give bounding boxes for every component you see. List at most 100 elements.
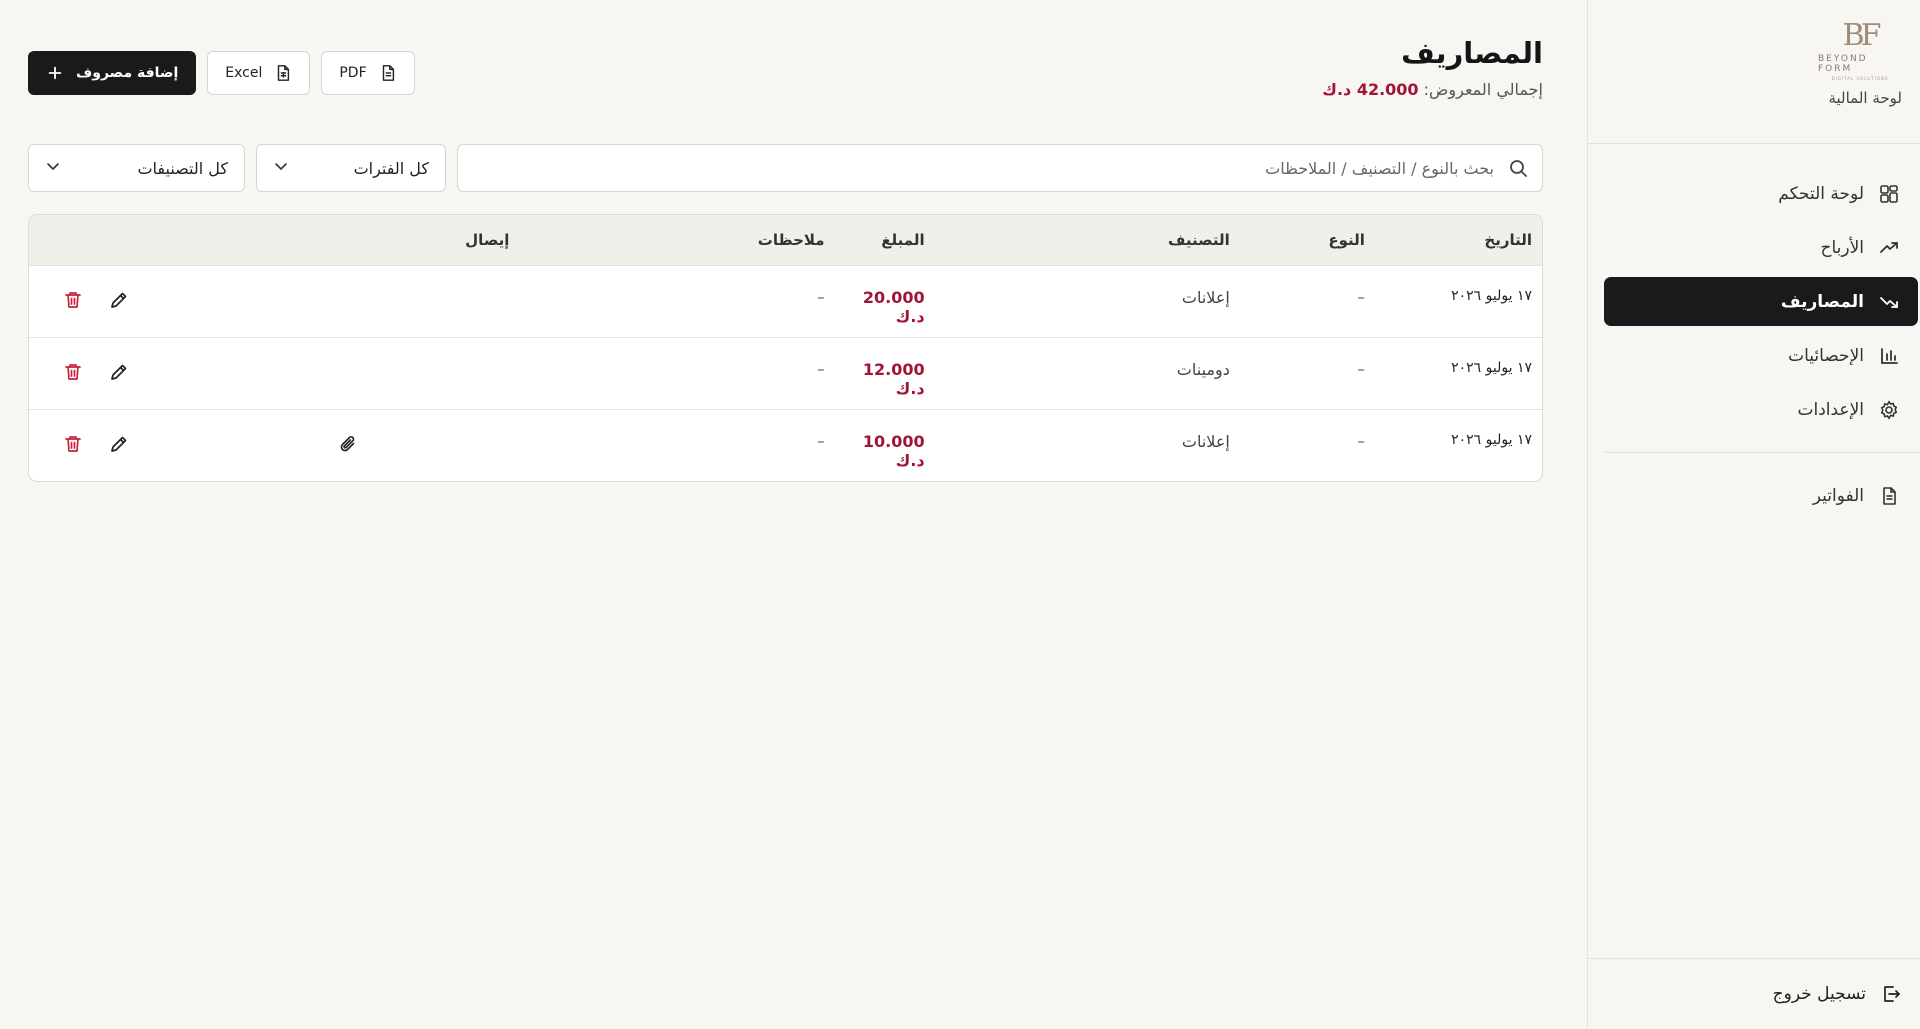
- nav-label: الإحصائيات: [1788, 345, 1864, 366]
- add-expense-label: إضافة مصروف: [76, 65, 179, 81]
- nav-divider: [1604, 452, 1920, 453]
- logout-button[interactable]: تسجيل خروج: [1587, 958, 1920, 1029]
- cell-notes: –: [817, 359, 825, 378]
- grid-icon: [1878, 183, 1900, 205]
- cell-receipt: [336, 409, 519, 481]
- logout-icon: [1880, 983, 1902, 1005]
- trending-down-icon: [1878, 291, 1900, 313]
- chevron-down-icon: [273, 158, 289, 178]
- cell-notes: –: [817, 287, 825, 306]
- table-row: ١٧ يوليو ٢٠٢٦ – دومينات 12.000 د.ك –: [29, 337, 1542, 409]
- cell-amount: 10.000 د.ك: [862, 431, 925, 470]
- cell-actions: [29, 337, 336, 409]
- total-value: 42.000 د.ك: [1322, 80, 1419, 99]
- filters-bar: كل الفترات كل التصنيفات: [28, 144, 1543, 192]
- nav-item-expenses[interactable]: المصاريف: [1604, 277, 1918, 326]
- title-block: المصاريف إجمالي المعروض: 42.000 د.ك: [1322, 36, 1543, 99]
- edit-icon[interactable]: [107, 288, 131, 312]
- document-icon: [379, 64, 397, 82]
- cell-amount: 12.000 د.ك: [862, 359, 925, 398]
- total-line: إجمالي المعروض: 42.000 د.ك: [1322, 80, 1543, 99]
- logo[interactable]: BF BEYOND FORM DIGITAL SOLUTIONS: [1818, 18, 1902, 82]
- gear-icon: [1878, 399, 1900, 421]
- trending-up-icon: [1878, 237, 1900, 259]
- cell-type: –: [1357, 431, 1365, 450]
- cell-notes: –: [817, 431, 825, 450]
- logout-label: تسجيل خروج: [1772, 984, 1866, 1004]
- expenses-table: التاريخ النوع التصنيف المبلغ ملاحظات إيص…: [28, 214, 1543, 482]
- column-header-amount[interactable]: المبلغ: [825, 215, 935, 265]
- edit-icon[interactable]: [107, 432, 131, 456]
- nav-label: الفواتير: [1812, 485, 1864, 506]
- table-row: ١٧ يوليو ٢٠٢٦ – إعلانات 10.000 د.ك –: [29, 409, 1542, 481]
- cell-actions: [29, 409, 336, 481]
- logo-mark: BF: [1842, 18, 1882, 53]
- nav-label: الإعدادات: [1797, 399, 1864, 420]
- nav-label: المصاريف: [1780, 291, 1864, 312]
- period-select[interactable]: كل الفترات: [256, 144, 446, 192]
- period-value: كل الفترات: [353, 158, 429, 178]
- total-label: إجمالي المعروض:: [1423, 80, 1543, 99]
- search-icon: [1508, 158, 1528, 178]
- cell-date: ١٧ يوليو ٢٠٢٦: [1451, 287, 1532, 304]
- document-icon: [1878, 485, 1900, 507]
- sidebar: BF BEYOND FORM DIGITAL SOLUTIONS لوحة ال…: [1587, 0, 1920, 1029]
- cell-date: ١٧ يوليو ٢٠٢٦: [1451, 359, 1532, 376]
- spreadsheet-icon: [274, 64, 292, 82]
- nav-item-settings[interactable]: الإعدادات: [1604, 385, 1918, 434]
- chevron-down-icon: [45, 158, 61, 178]
- delete-icon[interactable]: [61, 360, 85, 384]
- page-title: المصاريف: [1401, 36, 1543, 70]
- column-header-actions: [29, 215, 336, 265]
- cell-type: –: [1357, 287, 1365, 306]
- cell-actions: [29, 265, 336, 337]
- column-header-notes[interactable]: ملاحظات: [519, 215, 825, 265]
- search-input[interactable]: [458, 145, 1496, 191]
- cell-receipt: [336, 265, 519, 337]
- column-header-category[interactable]: التصنيف: [935, 215, 1240, 265]
- excel-label: Excel: [225, 65, 263, 81]
- cell-amount: 20.000 د.ك: [862, 287, 925, 326]
- column-header-date[interactable]: التاريخ: [1375, 215, 1542, 265]
- cell-category: إعلانات: [1181, 287, 1230, 307]
- page-header: المصاريف إجمالي المعروض: 42.000 د.ك PDF …: [28, 0, 1543, 144]
- delete-icon[interactable]: [61, 288, 85, 312]
- nav-label: الأرباح: [1820, 237, 1864, 258]
- cell-type: –: [1357, 359, 1365, 378]
- row-actions: [39, 432, 326, 456]
- nav-item-invoices[interactable]: الفواتير: [1604, 471, 1918, 520]
- cell-category: دومينات: [1176, 359, 1230, 379]
- bar-chart-icon: [1878, 345, 1900, 367]
- cell-receipt: [336, 337, 519, 409]
- main-nav: لوحة التحكم الأرباح المصاريف الإحصائيات …: [1588, 144, 1920, 520]
- nav-item-statistics[interactable]: الإحصائيات: [1604, 331, 1918, 380]
- table-header-row: التاريخ النوع التصنيف المبلغ ملاحظات إيص…: [29, 215, 1542, 265]
- cell-category: إعلانات: [1181, 431, 1230, 451]
- export-excel-button[interactable]: Excel: [207, 51, 311, 95]
- cell-date: ١٧ يوليو ٢٠٢٦: [1451, 431, 1532, 448]
- row-actions: [39, 288, 326, 312]
- category-value: كل التصنيفات: [137, 158, 228, 178]
- nav-label: لوحة التحكم: [1778, 183, 1864, 204]
- category-select[interactable]: كل التصنيفات: [28, 144, 245, 192]
- search-box: [457, 144, 1543, 192]
- add-expense-button[interactable]: إضافة مصروف: [28, 51, 197, 95]
- plus-icon: [46, 64, 64, 82]
- logo-sub: DIGITAL SOLUTIONS: [1831, 76, 1889, 81]
- export-pdf-button[interactable]: PDF: [321, 51, 415, 95]
- brand-title: لوحة المالية: [1828, 89, 1902, 107]
- row-actions: [39, 360, 326, 384]
- header-actions: PDF Excel إضافة مصروف: [28, 51, 415, 95]
- logo-word: BEYOND FORM: [1818, 54, 1868, 74]
- delete-icon[interactable]: [61, 432, 85, 456]
- column-header-receipt[interactable]: إيصال: [336, 215, 519, 265]
- edit-icon[interactable]: [107, 360, 131, 384]
- nav-item-profits[interactable]: الأرباح: [1604, 223, 1918, 272]
- brand: BF BEYOND FORM DIGITAL SOLUTIONS لوحة ال…: [1588, 0, 1920, 144]
- table-row: ١٧ يوليو ٢٠٢٦ – إعلانات 20.000 د.ك –: [29, 265, 1542, 337]
- paperclip-icon[interactable]: [336, 432, 360, 456]
- pdf-label: PDF: [339, 65, 367, 81]
- column-header-type[interactable]: النوع: [1240, 215, 1375, 265]
- nav-item-dashboard[interactable]: لوحة التحكم: [1604, 169, 1918, 218]
- main-content: المصاريف إجمالي المعروض: 42.000 د.ك PDF …: [0, 0, 1587, 1029]
